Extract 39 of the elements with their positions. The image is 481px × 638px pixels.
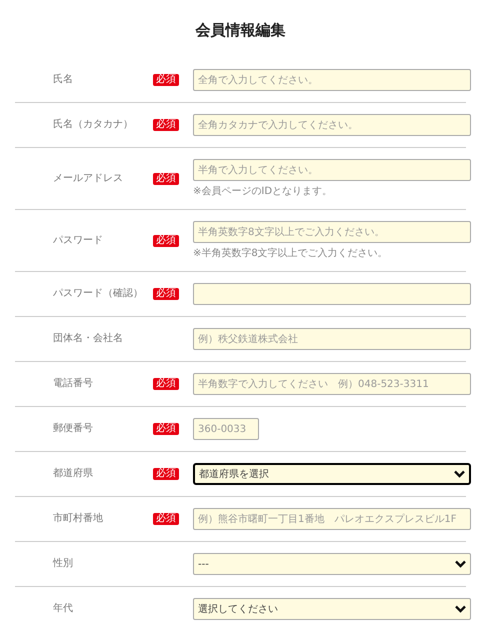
- required-badge: 必須: [153, 378, 179, 390]
- hint-text: ※会員ページのIDとなります。: [193, 185, 332, 198]
- required-badge: 必須: [153, 468, 179, 480]
- hint-text: ※半角英数字8文字以上でご入力ください。: [193, 247, 388, 260]
- required-badge: 必須: [153, 119, 179, 131]
- text-input-field[interactable]: [193, 283, 471, 305]
- required-badge: 必須: [153, 513, 179, 525]
- field-label: 年代: [53, 602, 74, 616]
- chevron-down-icon: [454, 470, 465, 478]
- field-label: 電話番号: [53, 377, 94, 391]
- field-label: 氏名: [53, 73, 74, 87]
- text-input-field[interactable]: 全角カタカナで入力してください。: [193, 114, 471, 136]
- text-input-field[interactable]: 例）熊谷市曙町一丁目1番地 パレオエクスプレスビル1F: [193, 508, 471, 530]
- page-title: 会員情報編集: [194, 20, 286, 41]
- field-label: 団体名・会社名: [53, 332, 124, 346]
- required-badge: 必須: [153, 234, 179, 246]
- text-input-field[interactable]: 半角数字で入力してください 例）048-523-3311: [193, 373, 471, 395]
- chevron-down-icon: [455, 560, 466, 568]
- required-badge: 必須: [153, 74, 179, 86]
- text-input-field[interactable]: 例）秩父鉄道株式会社: [193, 328, 471, 350]
- field-label: 市町村番地: [53, 512, 104, 526]
- text-input-field[interactable]: 半角英数字8文字以上でご入力ください。: [193, 221, 471, 243]
- field-label: パスワード（確認）: [53, 287, 144, 301]
- required-badge: 必須: [153, 288, 179, 300]
- field-label: メールアドレス: [53, 172, 124, 186]
- text-input-field[interactable]: 全角で入力してください。: [193, 69, 471, 91]
- field-label: 郵便番号: [53, 422, 94, 436]
- dropdown-select[interactable]: ---: [193, 553, 471, 575]
- chevron-down-icon: [455, 605, 466, 613]
- field-label: 都道府県: [53, 467, 94, 481]
- required-badge: 必須: [153, 423, 179, 435]
- field-label: パスワード: [53, 234, 104, 248]
- text-input-field[interactable]: 360-0033: [193, 418, 259, 440]
- field-label: 氏名（カタカナ）: [53, 118, 134, 132]
- text-input-field[interactable]: 半角で入力してください。: [193, 159, 471, 181]
- dropdown-select[interactable]: 選択してください: [193, 598, 471, 620]
- field-label: 性別: [53, 557, 74, 571]
- dropdown-select[interactable]: 都道府県を選択: [193, 463, 471, 485]
- required-badge: 必須: [153, 172, 179, 184]
